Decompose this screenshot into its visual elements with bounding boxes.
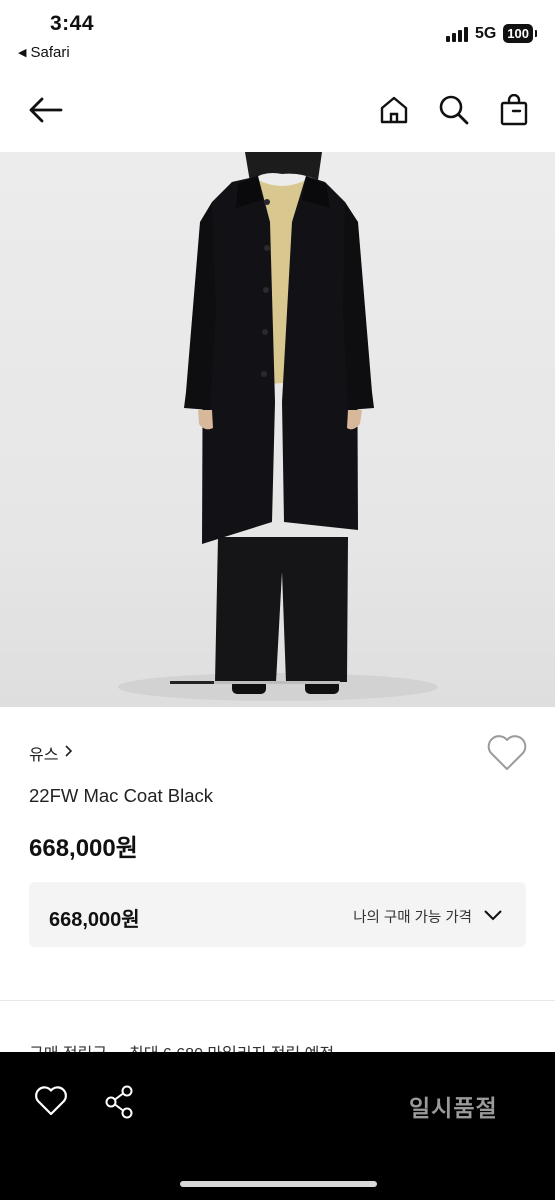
home-indicator [180,1181,377,1187]
chevron-down-icon [482,904,504,926]
bottom-action-bar: 일시품절 [0,1052,555,1200]
heart-outline-icon [487,735,527,770]
back-arrow-icon[interactable] [26,90,66,130]
status-bar: 3:44 ◀ Safari 5G 100 [0,0,555,70]
heart-icon[interactable] [34,1085,68,1119]
sold-out-button[interactable]: 일시품절 [409,1089,498,1123]
product-price: 668,000원 [29,835,138,862]
top-nav-bar [0,80,555,140]
back-triangle-icon: ◀ [18,47,27,59]
signal-icon [445,26,468,42]
home-icon[interactable] [374,90,414,130]
brand-name: 유스 [29,747,59,764]
product-name: 22FW Mac Coat Black [29,785,214,806]
my-price-label: 나의 구매 가능 가격 [353,910,472,926]
section-divider [0,1000,555,1001]
share-icon[interactable] [103,1084,137,1120]
back-app-label: Safari [30,44,70,61]
status-time: 3:44 [50,12,95,35]
carousel-indicator [170,681,340,684]
my-price-value: 668,000원 [49,909,140,931]
back-to-app-link[interactable]: ◀ Safari [18,44,70,61]
network-type: 5G [474,24,497,42]
battery-icon: 100 [503,24,537,43]
product-photo[interactable] [0,152,555,707]
status-indicators: 5G 100 [445,24,537,43]
wishlist-heart-button[interactable] [486,734,528,774]
my-price-dropdown[interactable]: 668,000원 나의 구매 가능 가격 [29,882,526,947]
search-icon[interactable] [434,90,474,130]
brand-link[interactable]: 유스 [29,741,73,765]
chevron-right-icon [64,744,73,762]
carousel-indicator-active [170,681,215,684]
coat-model-illustration [118,152,438,701]
shopping-bag-icon[interactable] [494,90,534,130]
carousel-indicator-track [214,681,340,684]
